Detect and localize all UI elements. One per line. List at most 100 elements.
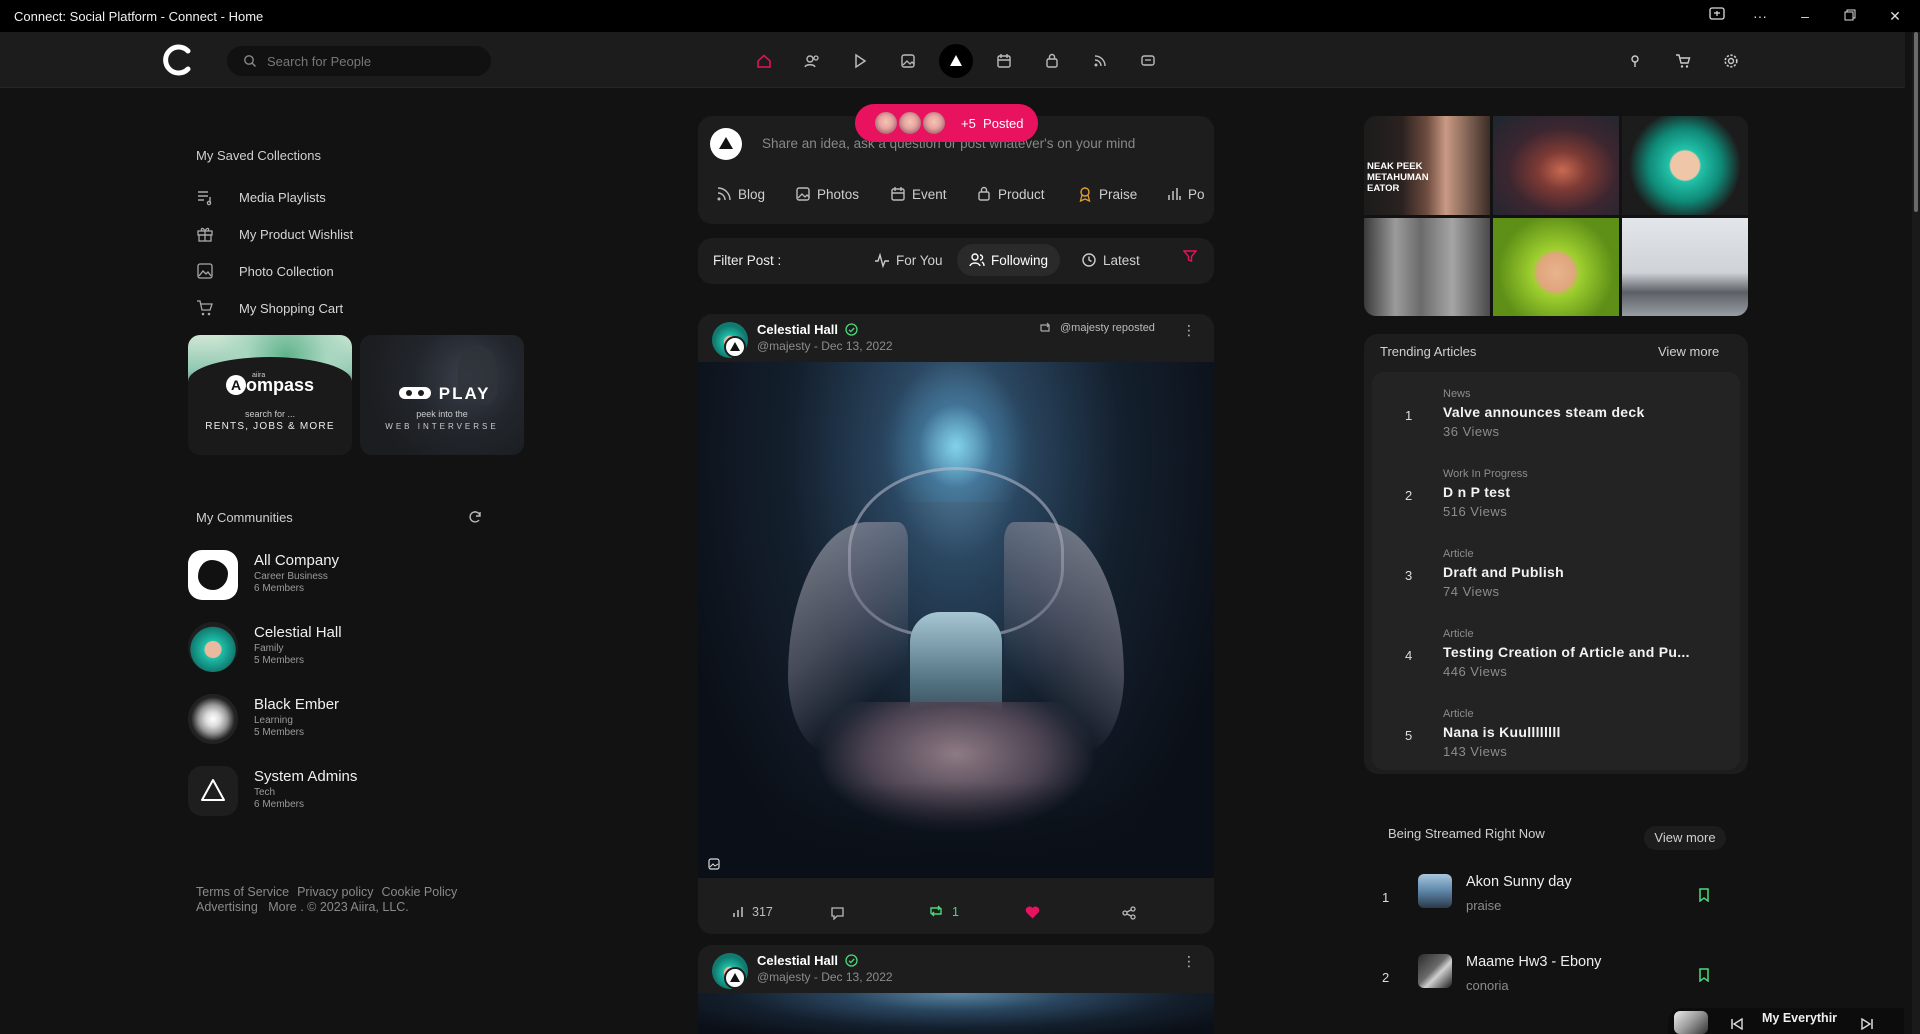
post-author-name[interactable]: Celestial Hall (757, 322, 838, 337)
stream-item[interactable]: 2 Maame Hw3 - Ebony conoria (1382, 950, 1722, 1010)
gallery-tile[interactable] (1493, 218, 1619, 316)
post-menu-icon[interactable]: ⋮ (1182, 953, 1196, 970)
community-celestial-hall[interactable]: Celestial Hall Family 5 Members (188, 618, 488, 674)
location-icon[interactable] (1620, 46, 1650, 76)
image-badge-icon (708, 858, 720, 870)
posted-notification-pill[interactable]: +5 Posted (855, 104, 1038, 142)
streams-title: Being Streamed Right Now (1388, 826, 1545, 841)
saved-item-label: My Product Wishlist (239, 227, 354, 242)
filter-following[interactable]: Following (957, 244, 1061, 276)
heart-icon[interactable] (1025, 906, 1040, 919)
bookmark-icon[interactable] (1698, 888, 1710, 902)
trending-view-more[interactable]: View more (1658, 344, 1719, 359)
post-author-name[interactable]: Celestial Hall (757, 953, 838, 968)
repost-stat[interactable]: 1 (928, 904, 959, 919)
app-logo[interactable] (160, 44, 194, 76)
nav-calendar-icon[interactable] (989, 46, 1019, 76)
gallery-tile[interactable] (1364, 218, 1490, 316)
gallery-tile[interactable] (1493, 116, 1619, 215)
composer-tab-poll[interactable]: Po (1166, 186, 1214, 202)
cookie-link[interactable]: Cookie Policy (382, 885, 458, 899)
settings-icon[interactable] (1716, 46, 1746, 76)
photos-icon (796, 187, 810, 201)
filter-option-label: Latest (1103, 253, 1140, 268)
refresh-icon[interactable] (468, 510, 482, 524)
views-icon (733, 907, 743, 917)
trending-item[interactable]: 5 Article Nana is Kuullllllll 143 Views (1379, 702, 1679, 782)
nav-shop-icon[interactable] (1037, 46, 1067, 76)
composer-tab-photos[interactable]: Photos (795, 186, 859, 202)
saved-collections-title: My Saved Collections (196, 148, 321, 163)
community-black-ember[interactable]: Black Ember Learning 5 Members (188, 690, 488, 746)
nav-play-icon[interactable] (845, 46, 875, 76)
post-image[interactable] (698, 362, 1214, 878)
search-input[interactable]: Search for People (227, 46, 491, 76)
community-category: Career Business (254, 571, 328, 582)
minimize-button[interactable]: – (1794, 6, 1816, 26)
filter-icon[interactable] (1183, 249, 1197, 263)
trending-item[interactable]: 4 Article Testing Creation of Article and … (1379, 622, 1689, 702)
cast-icon[interactable] (1706, 6, 1728, 26)
trending-views: 143 Views (1443, 744, 1508, 759)
nav-community-icon[interactable] (939, 44, 973, 78)
community-avatar (188, 622, 238, 672)
gallery-tile[interactable] (1622, 116, 1748, 215)
promo-compass-card[interactable]: Aompass aiira search for ... RENTS, JOBS… (188, 335, 352, 455)
tab-label: Event (912, 187, 947, 202)
trending-num: 1 (1405, 408, 1413, 423)
saved-item-label: My Shopping Cart (239, 301, 344, 316)
trending-item[interactable]: 1 News Valve announces steam deck 36 Views (1379, 382, 1679, 462)
community-badge-icon (724, 967, 746, 989)
composer-tab-product[interactable]: Product (976, 186, 1045, 202)
community-system-admins[interactable]: System Admins Tech 6 Members (188, 762, 488, 818)
nav-home-icon[interactable] (749, 46, 779, 76)
trending-views: 446 Views (1443, 664, 1508, 679)
next-icon[interactable] (1860, 1018, 1874, 1030)
restore-button[interactable] (1839, 6, 1861, 26)
previous-icon[interactable] (1730, 1018, 1744, 1030)
filter-latest[interactable]: Latest (1069, 244, 1152, 276)
close-button[interactable]: ✕ (1884, 6, 1906, 26)
trending-num: 5 (1405, 728, 1413, 743)
stream-item[interactable]: 1 Akon Sunny day praise (1382, 870, 1722, 930)
promo-play-card[interactable]: PLAY peek into the WEB INTERVERSE (360, 335, 524, 455)
comment-icon[interactable] (830, 906, 845, 920)
post-menu-icon[interactable]: ⋮ (1182, 322, 1196, 339)
repost-icon (1040, 322, 1050, 332)
filter-option-label: Following (991, 253, 1049, 268)
gallery-tile[interactable]: NEAK PEEK METAHUMAN EATOR (1364, 116, 1490, 215)
nav-messages-icon[interactable] (1133, 46, 1163, 76)
share-icon[interactable] (1122, 906, 1136, 920)
cart-icon[interactable] (1668, 46, 1698, 76)
mini-player-title: My Everythir (1762, 1011, 1838, 1025)
promo-play-brand: PLAY (438, 384, 491, 403)
window-titlebar: Connect: Social Platform - Connect - Hom… (0, 0, 1920, 32)
composer-tab-blog[interactable]: Blog (716, 186, 765, 202)
gallery-tile-caption: NEAK PEEK METAHUMAN EATOR (1367, 161, 1429, 194)
nav-photos-icon[interactable] (893, 46, 923, 76)
terms-link[interactable]: Terms of Service (196, 885, 289, 899)
page-scrollbar[interactable] (1912, 32, 1920, 1034)
filter-for-you[interactable]: For You (862, 244, 955, 276)
post-image[interactable] (698, 993, 1214, 1034)
promo-compass-prefix: aiira (252, 372, 266, 379)
promo-compass-line2: RENTS, JOBS & MORE (205, 421, 335, 432)
filter-label: Filter Post : (713, 253, 782, 268)
gallery-tile[interactable] (1622, 218, 1748, 316)
composer-tab-event[interactable]: Event (890, 186, 947, 202)
blog-icon (717, 187, 731, 201)
trending-views: 74 Views (1443, 584, 1500, 599)
trending-item[interactable]: 3 Article Draft and Publish 74 Views (1379, 542, 1679, 622)
community-name: All Company (254, 552, 340, 569)
more-icon[interactable]: ··· (1749, 6, 1771, 26)
trending-item[interactable]: 2 Work In Progress D n P test 516 Views (1379, 462, 1679, 542)
nav-broadcast-icon[interactable] (1085, 46, 1115, 76)
poll-icon (1168, 188, 1181, 200)
bookmark-icon[interactable] (1698, 968, 1710, 982)
nav-people-icon[interactable] (797, 46, 827, 76)
composer-tab-praise[interactable]: Praise (1077, 186, 1137, 203)
community-all-company[interactable]: All Company Career Business 6 Members (188, 546, 488, 602)
views-stat[interactable]: 317 (732, 904, 773, 919)
streams-view-more[interactable]: View more (1644, 826, 1726, 850)
privacy-link[interactable]: Privacy policy (297, 885, 373, 899)
